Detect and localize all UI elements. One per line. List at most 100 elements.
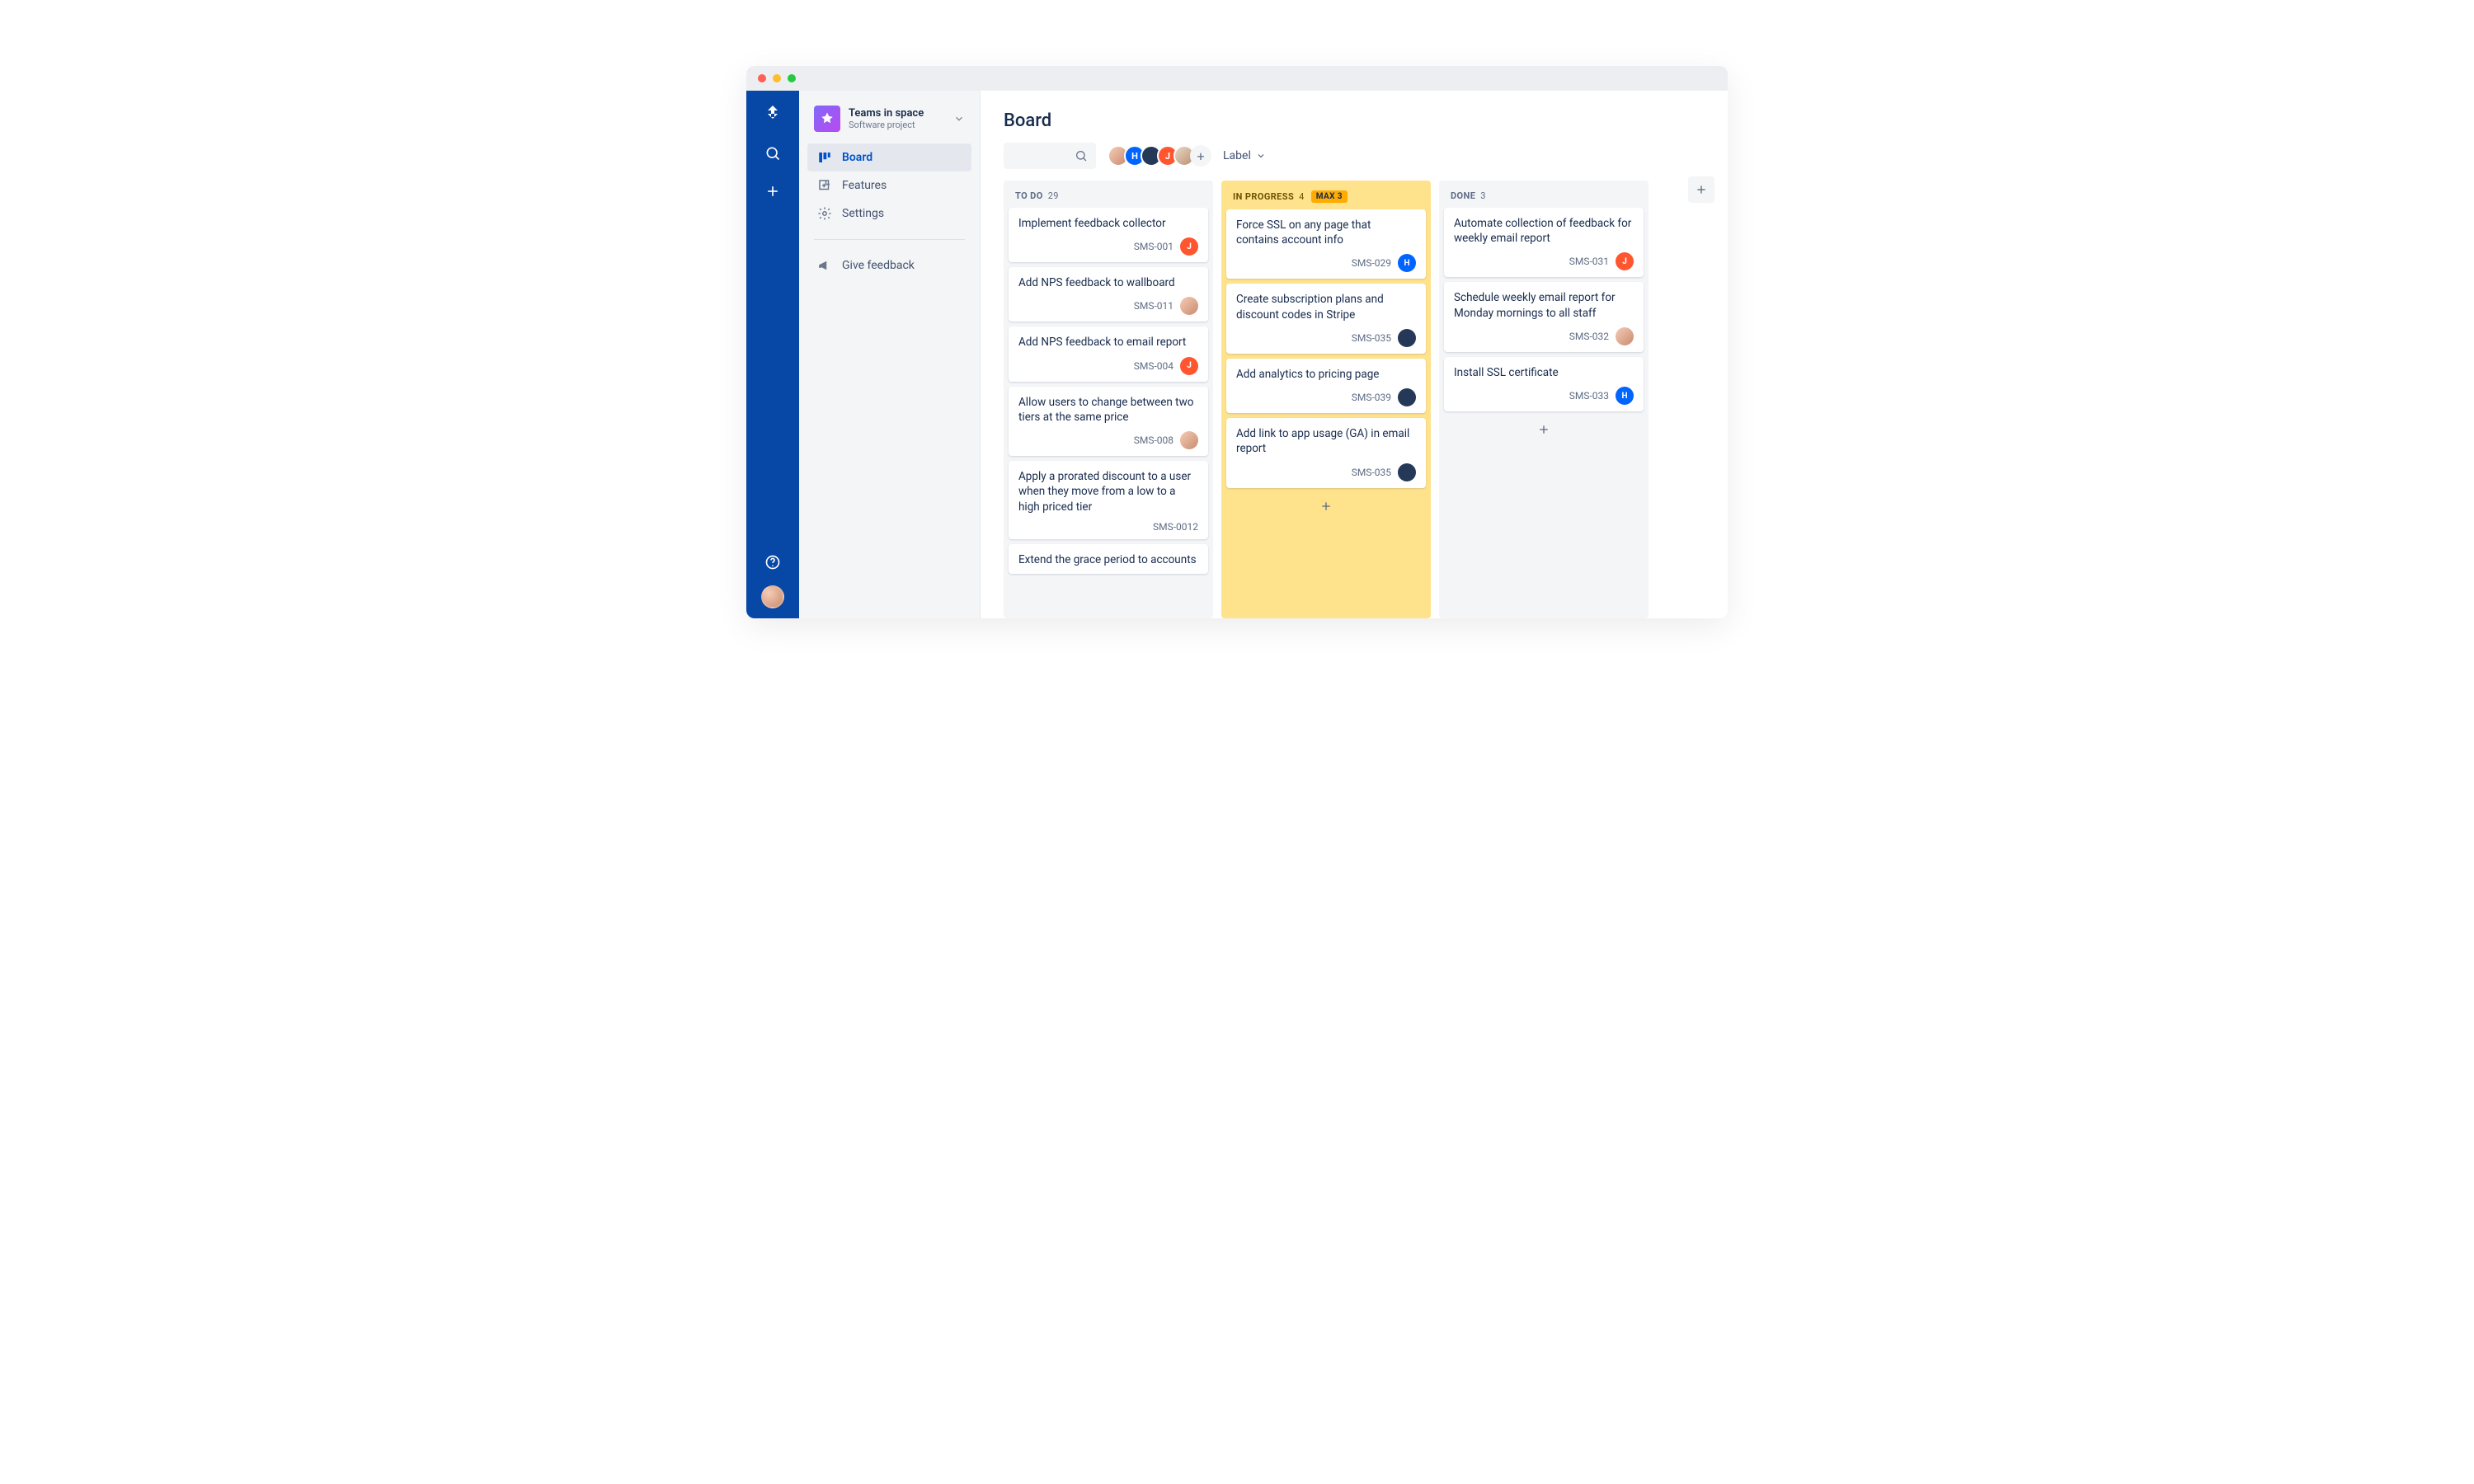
window-minimize-icon[interactable] bbox=[773, 74, 781, 82]
card-footer: SMS-004 J bbox=[1018, 357, 1198, 375]
column-name: IN PROGRESS bbox=[1233, 191, 1294, 202]
megaphone-icon bbox=[817, 258, 832, 273]
card-title: Create subscription plans and discount c… bbox=[1236, 292, 1416, 322]
filter-label[interactable]: Label bbox=[1223, 149, 1266, 162]
column-limit-badge: MAX 3 bbox=[1311, 190, 1348, 203]
issue-card[interactable]: Install SSL certificateSMS-033H bbox=[1444, 357, 1644, 411]
project-switcher[interactable]: Teams in space Software project bbox=[807, 102, 971, 135]
assignee-avatar[interactable]: J bbox=[1616, 252, 1634, 270]
issue-card[interactable]: Implement feedback collector SMS-001 J bbox=[1009, 208, 1208, 262]
issue-key: SMS-033 bbox=[1569, 390, 1609, 402]
issue-card[interactable]: Add NPS feedback to email report SMS-004 J bbox=[1009, 326, 1208, 381]
chevron-down-icon bbox=[1256, 151, 1266, 161]
profile-avatar[interactable] bbox=[761, 585, 784, 608]
column-header[interactable]: IN PROGRESS4MAX 3 bbox=[1221, 181, 1431, 209]
board-columns: TO DO29 Implement feedback collector SMS-0… bbox=[1004, 181, 1705, 618]
issue-card[interactable]: Apply a prorated discount to a user when… bbox=[1009, 461, 1208, 539]
issue-key: SMS-039 bbox=[1352, 392, 1391, 403]
card-footer: SMS-035 bbox=[1236, 463, 1416, 481]
card-title: Schedule weekly email report for Monday … bbox=[1454, 290, 1634, 320]
issue-card[interactable]: Add NPS feedback to wallboardSMS-011 bbox=[1009, 267, 1208, 322]
issue-key: SMS-008 bbox=[1134, 434, 1174, 446]
card-list: Force SSL on any page that contains acco… bbox=[1221, 209, 1431, 493]
issue-key: SMS-032 bbox=[1569, 331, 1609, 342]
card-footer: SMS-035 bbox=[1236, 329, 1416, 347]
card-title: Allow users to change between two tiers … bbox=[1018, 395, 1198, 425]
column-header[interactable]: DONE3 bbox=[1439, 181, 1649, 208]
card-list: Implement feedback collectorSMS-001JAdd … bbox=[1004, 208, 1213, 579]
filter-label-text: Label bbox=[1223, 149, 1251, 162]
issue-key: SMS-031 bbox=[1569, 256, 1609, 267]
jira-logo-icon[interactable] bbox=[763, 104, 783, 127]
issue-card[interactable]: Add analytics to pricing page SMS-039 bbox=[1226, 359, 1426, 413]
gear-icon bbox=[817, 206, 832, 221]
sidebar-item-settings[interactable]: Settings bbox=[807, 200, 971, 228]
sidebar-item-feedback[interactable]: Give feedback bbox=[807, 251, 971, 279]
assignee-avatar[interactable] bbox=[1398, 463, 1416, 481]
issue-card[interactable]: Extend the grace period to accounts bbox=[1009, 544, 1208, 574]
project-icon bbox=[814, 106, 840, 132]
assignee-avatar[interactable] bbox=[1398, 329, 1416, 347]
card-footer: SMS-031 J bbox=[1454, 252, 1634, 270]
card-title: Add analytics to pricing page bbox=[1236, 367, 1416, 382]
app-window: Teams in space Software project Board Fe… bbox=[746, 66, 1728, 618]
issue-key: SMS-0012 bbox=[1153, 521, 1198, 533]
assignee-avatar[interactable]: J bbox=[1180, 237, 1198, 256]
assignee-avatar[interactable]: J bbox=[1180, 357, 1198, 375]
global-rail bbox=[746, 91, 799, 618]
issue-card[interactable]: Force SSL on any page that contains acco… bbox=[1226, 209, 1426, 279]
search-icon bbox=[1075, 149, 1088, 162]
card-footer: SMS-039 bbox=[1236, 388, 1416, 406]
help-icon[interactable] bbox=[764, 554, 781, 574]
issue-card[interactable]: Schedule weekly email report for Monday … bbox=[1444, 282, 1644, 351]
assignee-avatar[interactable] bbox=[1616, 327, 1634, 345]
window-close-icon[interactable] bbox=[758, 74, 766, 82]
column-header[interactable]: TO DO29 bbox=[1004, 181, 1213, 208]
card-title: Implement feedback collector bbox=[1018, 216, 1198, 231]
issue-key: SMS-004 bbox=[1134, 360, 1174, 372]
separator bbox=[814, 239, 965, 240]
card-title: Extend the grace period to accounts bbox=[1018, 552, 1198, 567]
issue-card[interactable]: Automate collection of feedback for week… bbox=[1444, 208, 1644, 277]
create-icon[interactable] bbox=[764, 183, 781, 203]
sidebar-item-features[interactable]: Features bbox=[807, 171, 971, 200]
card-title: Automate collection of feedback for week… bbox=[1454, 216, 1634, 246]
column-name: TO DO bbox=[1015, 190, 1043, 201]
plus-icon bbox=[1537, 423, 1550, 436]
board-column: IN PROGRESS4MAX 3Force SSL on any page t… bbox=[1221, 181, 1431, 618]
assignee-avatar[interactable] bbox=[1398, 388, 1416, 406]
search-icon[interactable] bbox=[764, 145, 781, 165]
issue-key: SMS-001 bbox=[1134, 241, 1174, 252]
issue-card[interactable]: Allow users to change between two tiers … bbox=[1009, 387, 1208, 456]
sidebar-item-label: Settings bbox=[842, 207, 884, 220]
issue-key: SMS-029 bbox=[1352, 257, 1391, 269]
board-column: TO DO29 Implement feedback collector SMS-0… bbox=[1004, 181, 1213, 618]
issue-card[interactable]: Add link to app usage (GA) in email repo… bbox=[1226, 418, 1426, 487]
main-content: Board HJ+ Label TO DO29Implement feedbac… bbox=[981, 91, 1728, 618]
assignee-avatar[interactable]: H bbox=[1398, 254, 1416, 272]
assignee-avatar[interactable]: H bbox=[1616, 387, 1634, 405]
card-title: Apply a prorated discount to a user when… bbox=[1018, 469, 1198, 514]
project-type: Software project bbox=[849, 120, 945, 130]
issue-key: SMS-035 bbox=[1352, 332, 1391, 344]
sidebar-item-board[interactable]: Board bbox=[807, 143, 971, 171]
sidebar-item-label: Features bbox=[842, 179, 887, 192]
window-zoom-icon[interactable] bbox=[788, 74, 796, 82]
add-people-button[interactable]: + bbox=[1190, 145, 1211, 167]
card-list: Automate collection of feedback for week… bbox=[1439, 208, 1649, 416]
add-card-button[interactable] bbox=[1221, 493, 1431, 521]
assignee-avatar[interactable] bbox=[1180, 297, 1198, 315]
card-footer: SMS-008 bbox=[1018, 431, 1198, 449]
issue-card[interactable]: Create subscription plans and discount c… bbox=[1226, 284, 1426, 353]
card-footer: SMS-0012 bbox=[1018, 521, 1198, 533]
add-column-button[interactable] bbox=[1688, 176, 1714, 203]
add-card-button[interactable] bbox=[1439, 416, 1649, 444]
app-body: Teams in space Software project Board Fe… bbox=[746, 91, 1728, 618]
sidebar-item-label: Give feedback bbox=[842, 259, 915, 272]
assignee-avatar[interactable] bbox=[1180, 431, 1198, 449]
card-footer: SMS-001 J bbox=[1018, 237, 1198, 256]
column-count: 3 bbox=[1480, 190, 1486, 201]
plus-icon bbox=[1319, 500, 1333, 513]
card-title: Add NPS feedback to email report bbox=[1018, 335, 1198, 350]
search-input[interactable] bbox=[1004, 143, 1096, 169]
